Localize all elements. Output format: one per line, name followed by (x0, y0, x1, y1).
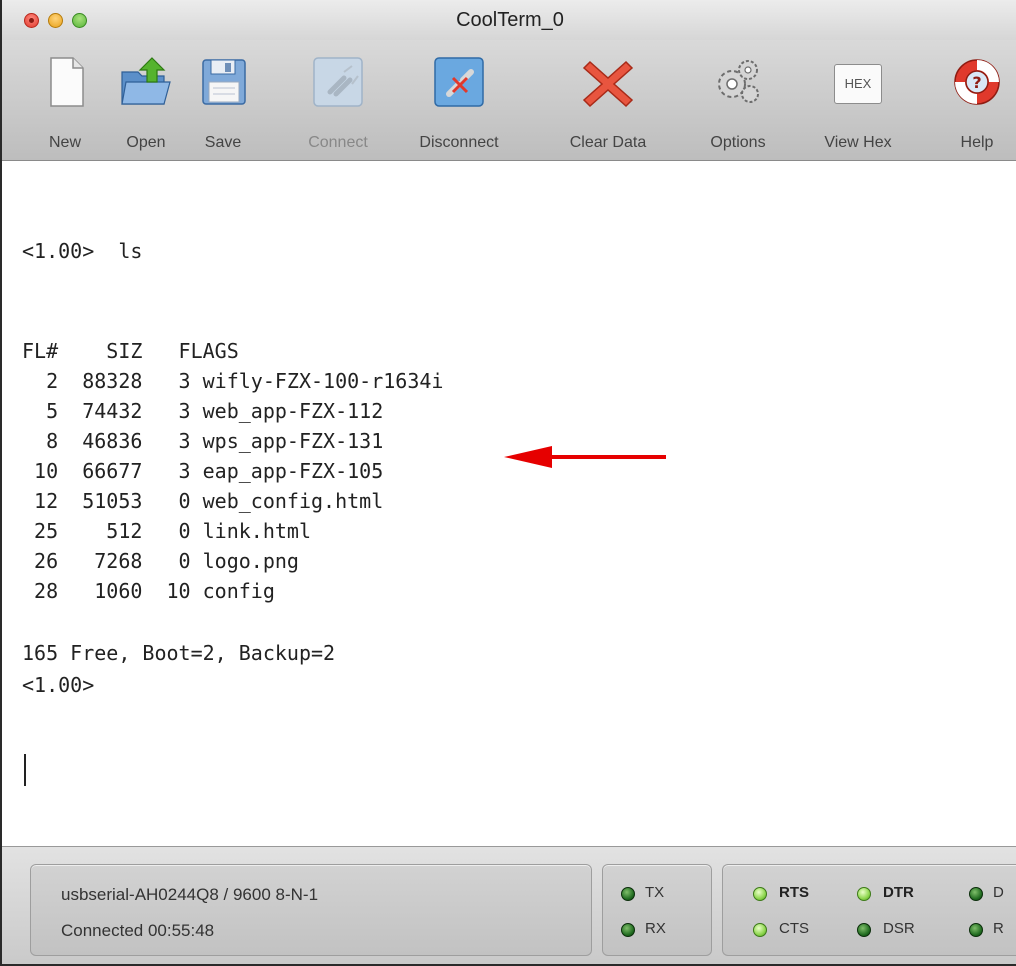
terminal-prompt: <1.00> (22, 673, 95, 697)
connect-plug-icon (313, 57, 363, 107)
terminal-output[interactable]: <1.00> ls FL# SIZ FLAGS 2 88328 3 wifly-… (4, 161, 1016, 845)
file-row: 12 51053 0 web_config.html (22, 489, 384, 513)
save-label: Save (204, 134, 242, 151)
tx-rx-panel: TX RX (602, 864, 712, 956)
rts-led-icon[interactable] (753, 887, 767, 901)
disconnect-button[interactable]: Disconnect (396, 48, 522, 156)
ri-led-icon (969, 923, 983, 937)
options-label: Options (710, 134, 766, 151)
open-folder-icon (121, 57, 171, 105)
new-label: New (48, 134, 81, 151)
view-hex-button[interactable]: HEX View Hex (808, 48, 908, 156)
rts-label: RTS (779, 884, 809, 901)
connect-label: Connect (308, 134, 368, 151)
file-table-header: FL# SIZ FLAGS (22, 339, 239, 363)
connect-button[interactable]: Connect (288, 48, 388, 156)
terminal-command-line: <1.00> ls (22, 239, 143, 263)
ri-label: R (993, 920, 1004, 937)
window-title: CoolTerm_0 (456, 9, 564, 31)
dsr-led-icon (857, 923, 871, 937)
open-button[interactable]: Open (110, 48, 182, 156)
free-space-summary: 165 Free, Boot=2, Backup=2 (22, 641, 336, 665)
clear-data-button[interactable]: Clear Data (548, 48, 668, 156)
save-disk-icon (202, 59, 246, 105)
options-button[interactable]: Options (692, 48, 784, 156)
disconnect-label: Disconnect (419, 134, 499, 151)
open-label: Open (126, 134, 166, 151)
file-row: 8 46836 3 wps_app-FZX-131 (22, 429, 384, 453)
help-button[interactable]: ? Help (942, 48, 1012, 156)
title-bar[interactable]: CoolTerm_0 (2, 0, 1016, 40)
rx-label: RX (645, 920, 666, 937)
dtr-led-icon[interactable] (857, 887, 871, 901)
help-label: Help (960, 134, 994, 151)
gears-icon (718, 60, 759, 103)
file-row: 25 512 0 link.html (22, 519, 311, 543)
save-button[interactable]: Save (188, 48, 258, 156)
hex-icon-text: HEX (844, 76, 872, 91)
new-document-icon (50, 57, 84, 107)
dtr-label: DTR (883, 884, 914, 901)
dcd-led-icon (969, 887, 983, 901)
dsr-label: DSR (883, 920, 915, 937)
tx-label: TX (645, 884, 665, 901)
hex-icon: HEX (834, 64, 882, 104)
svg-text:?: ? (972, 73, 981, 92)
lifebuoy-help-icon: ? (954, 59, 1000, 105)
cts-label: CTS (779, 920, 809, 937)
file-row: 28 1060 10 config (22, 579, 275, 603)
line-status-panel: RTS CTS DTR DSR D R (722, 864, 1016, 956)
coolterm-window: CoolTerm_0 New Open Save Connect Disconn… (0, 0, 1016, 966)
cts-led-icon (753, 923, 767, 937)
tx-led-icon (621, 887, 635, 901)
connection-info-panel: usbserial-AH0244Q8 / 9600 8-N-1 Connecte… (30, 864, 592, 956)
port-settings-text: usbserial-AH0244Q8 / 9600 8-N-1 (61, 885, 319, 904)
clear-data-label: Clear Data (569, 134, 647, 151)
new-button[interactable]: New (28, 48, 102, 156)
status-bar: usbserial-AH0244Q8 / 9600 8-N-1 Connecte… (2, 846, 1016, 964)
file-row: 10 66677 3 eap_app-FZX-105 (22, 459, 384, 483)
file-row: 2 88328 3 wifly-FZX-100-r1634i (22, 369, 444, 393)
text-cursor (24, 754, 26, 786)
view-hex-label: View Hex (824, 134, 892, 151)
file-row: 5 74432 3 web_app-FZX-112 (22, 399, 384, 423)
file-row: 26 7268 0 logo.png (22, 549, 299, 573)
toolbar: New Open Save Connect Disconnect Clear D… (2, 40, 1016, 161)
red-arrow-annotation (504, 446, 666, 468)
dcd-label: D (993, 884, 1004, 901)
disconnect-plug-icon (434, 57, 484, 107)
clear-x-icon (582, 60, 634, 108)
rx-led-icon (621, 923, 635, 937)
connection-status-text: Connected 00:55:48 (61, 921, 215, 940)
